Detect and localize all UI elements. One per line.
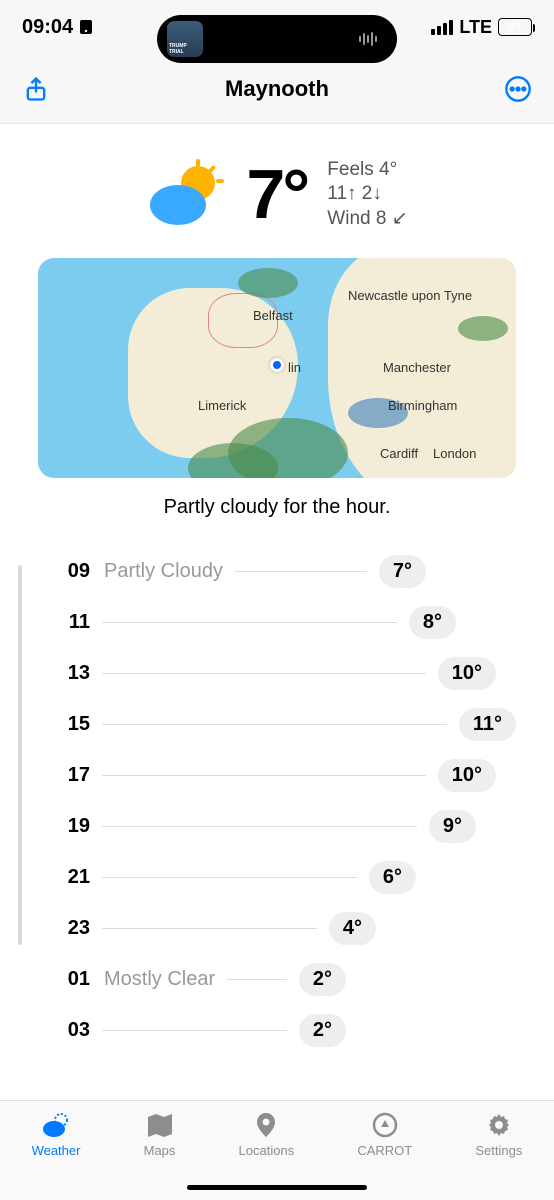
row-divider bbox=[102, 775, 426, 776]
tab-bar: Weather Maps Locations CARROT Settings bbox=[0, 1100, 554, 1200]
tab-settings[interactable]: Settings bbox=[475, 1111, 522, 1200]
row-divider bbox=[102, 622, 397, 623]
temp-pill: 9° bbox=[429, 810, 476, 843]
waveform-icon bbox=[359, 32, 377, 46]
row-divider bbox=[102, 928, 317, 929]
radar-map[interactable]: Newcastle upon Tyne Belfast lin Manchest… bbox=[38, 258, 516, 478]
hourly-row[interactable]: 234° bbox=[52, 916, 526, 940]
share-icon[interactable] bbox=[22, 75, 50, 103]
row-divider bbox=[235, 571, 367, 572]
temp-pill: 10° bbox=[438, 759, 496, 792]
portrait-lock-icon bbox=[79, 19, 93, 35]
hourly-row[interactable]: 1310° bbox=[52, 661, 526, 685]
tab-maps[interactable]: Maps bbox=[144, 1111, 176, 1200]
battery-indicator: 81 bbox=[498, 18, 532, 36]
current-temp: 7° bbox=[246, 154, 307, 234]
wind: Wind 8 ↙ bbox=[327, 207, 407, 230]
high-low: 11↑ 2↓ bbox=[327, 183, 407, 205]
weather-cloud-icon bbox=[41, 1111, 71, 1139]
hourly-row[interactable]: 032° bbox=[52, 1018, 526, 1042]
temp-pill: 8° bbox=[409, 606, 456, 639]
row-divider bbox=[102, 877, 357, 878]
tab-label: Weather bbox=[32, 1143, 81, 1158]
map-label: Cardiff bbox=[380, 446, 418, 461]
tab-weather[interactable]: Weather bbox=[32, 1111, 81, 1200]
hour-label: 11 bbox=[52, 611, 90, 634]
row-divider bbox=[102, 826, 417, 827]
hourly-row[interactable]: 1511° bbox=[52, 712, 526, 736]
hour-label: 19 bbox=[52, 815, 90, 838]
status-bar: 09:04 LTE 81 bbox=[0, 0, 554, 54]
status-time: 09:04 bbox=[22, 16, 73, 39]
tab-label: CARROT bbox=[357, 1143, 412, 1158]
current-details: Feels 4° 11↑ 2↓ Wind 8 ↙ bbox=[327, 159, 407, 230]
map-label: lin bbox=[288, 360, 301, 375]
temp-pill: 2° bbox=[299, 963, 346, 996]
row-divider bbox=[102, 673, 426, 674]
hour-label: 17 bbox=[52, 764, 90, 787]
forecast-summary: Partly cloudy for the hour. bbox=[0, 496, 554, 519]
partly-cloudy-icon bbox=[146, 159, 226, 229]
condition-label: Partly Cloudy bbox=[104, 560, 223, 583]
row-divider bbox=[102, 1030, 287, 1031]
now-playing-thumb bbox=[167, 21, 203, 57]
dynamic-island[interactable] bbox=[157, 15, 397, 63]
hourly-row[interactable]: 09Partly Cloudy7° bbox=[52, 559, 526, 583]
hour-label: 01 bbox=[52, 968, 90, 991]
current-location-dot bbox=[270, 358, 284, 372]
hourly-row[interactable]: 01Mostly Clear2° bbox=[52, 967, 526, 991]
temp-pill: 7° bbox=[379, 555, 426, 588]
map-label: Birmingham bbox=[388, 398, 457, 413]
hour-label: 03 bbox=[52, 1019, 90, 1042]
map-label: Manchester bbox=[383, 360, 451, 375]
map-label: London bbox=[433, 446, 476, 461]
hour-label: 15 bbox=[52, 713, 90, 736]
temp-pill: 11° bbox=[459, 708, 516, 741]
network-label: LTE bbox=[459, 17, 492, 38]
more-icon[interactable] bbox=[504, 75, 532, 103]
hourly-forecast: 09Partly Cloudy7°118°1310°1511°1710°199°… bbox=[0, 559, 554, 1042]
page-title: Maynooth bbox=[225, 76, 329, 102]
gear-icon bbox=[484, 1111, 514, 1139]
temp-pill: 4° bbox=[329, 912, 376, 945]
map-label: Newcastle upon Tyne bbox=[348, 288, 472, 303]
battery-percent: 81 bbox=[509, 21, 521, 33]
carrot-icon bbox=[370, 1111, 400, 1139]
condition-label: Mostly Clear bbox=[104, 968, 215, 991]
hour-label: 21 bbox=[52, 866, 90, 889]
hour-label: 23 bbox=[52, 917, 90, 940]
hour-label: 13 bbox=[52, 662, 90, 685]
map-label: Limerick bbox=[198, 398, 246, 413]
scrollbar[interactable] bbox=[18, 565, 22, 945]
tab-label: Locations bbox=[239, 1143, 295, 1158]
map-label: Belfast bbox=[253, 308, 293, 323]
hour-label: 09 bbox=[52, 560, 90, 583]
hourly-row[interactable]: 1710° bbox=[52, 763, 526, 787]
temp-pill: 2° bbox=[299, 1014, 346, 1047]
tab-label: Maps bbox=[144, 1143, 176, 1158]
pin-icon bbox=[251, 1111, 281, 1139]
status-time-group: 09:04 bbox=[22, 16, 93, 39]
row-divider bbox=[102, 724, 447, 725]
maps-icon bbox=[145, 1111, 175, 1139]
status-right-group: LTE 81 bbox=[431, 17, 532, 38]
nav-header: Maynooth bbox=[0, 54, 554, 124]
home-indicator[interactable] bbox=[187, 1185, 367, 1190]
temp-pill: 6° bbox=[369, 861, 416, 894]
cell-signal-icon bbox=[431, 20, 453, 35]
hourly-row[interactable]: 118° bbox=[52, 610, 526, 634]
row-divider bbox=[227, 979, 287, 980]
current-conditions: 7° Feels 4° 11↑ 2↓ Wind 8 ↙ bbox=[0, 124, 554, 244]
feels-like: Feels 4° bbox=[327, 159, 407, 181]
temp-pill: 10° bbox=[438, 657, 496, 690]
hourly-row[interactable]: 199° bbox=[52, 814, 526, 838]
tab-label: Settings bbox=[475, 1143, 522, 1158]
hourly-row[interactable]: 216° bbox=[52, 865, 526, 889]
